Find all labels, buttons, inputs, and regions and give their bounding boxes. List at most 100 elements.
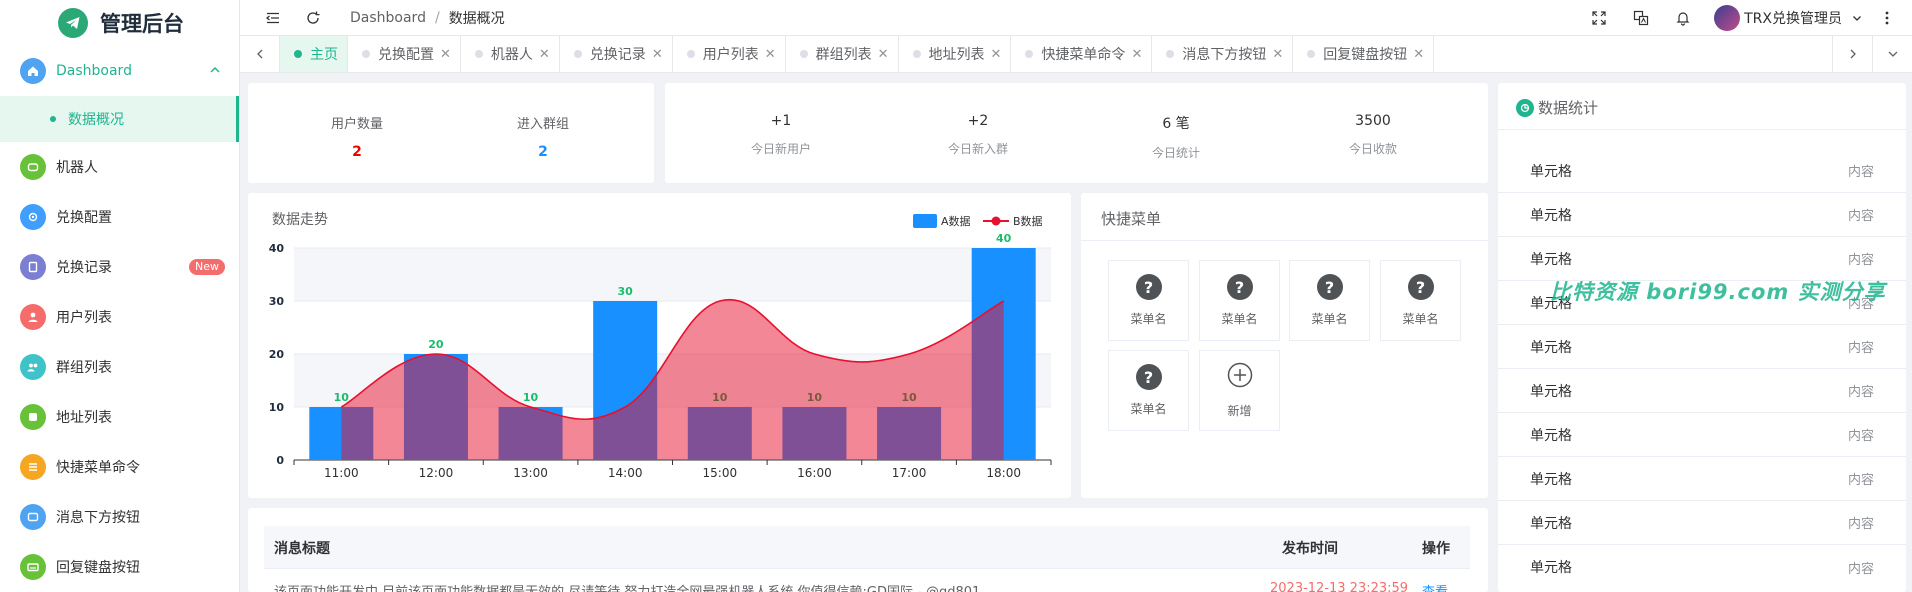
close-icon[interactable]: ✕ [765, 47, 776, 62]
logo[interactable]: 管理后台 [0, 0, 239, 46]
fullscreen-icon[interactable] [1588, 7, 1610, 29]
quick-menu-item[interactable]: ? 菜单名 [1108, 350, 1189, 431]
sidebar-item-quick-commands[interactable]: 快捷菜单命令 [0, 442, 239, 492]
tab-label: 用户列表 [702, 47, 759, 63]
message-time: 2023-12-13 23:23:59 [1270, 581, 1409, 592]
tab-robot[interactable]: 机器人 ✕ [461, 36, 560, 72]
tab-message-buttons[interactable]: 消息下方按钮 ✕ [1152, 36, 1294, 72]
sidebar-item-addresses[interactable]: 地址列表 [0, 392, 239, 442]
sidebar-item-exchange-records[interactable]: 兑换记录 New [0, 242, 239, 292]
list-item: 单元格 内容 [1498, 545, 1906, 589]
list-icon [20, 454, 46, 480]
sidebar-item-reply-keyboard[interactable]: 回复键盘按钮 [0, 542, 239, 592]
messages-card: 消息标题 发布时间 操作 该页面功能开发中,目前该页面功能数据都是无效的,尽请等… [248, 508, 1488, 592]
view-link[interactable]: 查看 [1422, 581, 1448, 592]
stat-label: 用户数量 [330, 117, 383, 132]
list-item: 单元格 内容 [1498, 149, 1906, 193]
plot-band [294, 248, 1051, 301]
list-item: 单元格 内容 [1498, 457, 1906, 501]
list-item: 单元格 内容 [1498, 325, 1906, 369]
sidebar-item-robot[interactable]: 机器人 [0, 142, 239, 192]
sidebar-item-message-buttons[interactable]: 消息下方按钮 [0, 492, 239, 542]
chevron-down-icon[interactable] [1846, 7, 1868, 29]
sidebar-item-groups[interactable]: 群组列表 [0, 342, 239, 392]
home-icon [20, 58, 46, 84]
tab-label: 兑换记录 [589, 47, 646, 63]
tab-users[interactable]: 用户列表 ✕ [673, 36, 786, 72]
quick-menu-item[interactable]: ? 菜单名 [1380, 260, 1461, 341]
close-icon[interactable]: ✕ [1131, 47, 1142, 62]
tab-reply-keyboard[interactable]: 回复键盘按钮 ✕ [1293, 36, 1435, 72]
sidebar-item-users[interactable]: 用户列表 [0, 292, 239, 342]
sidebar-item-label: Dashboard [56, 63, 132, 79]
settings-icon [20, 204, 46, 230]
y-tick-label: 0 [276, 454, 284, 467]
bell-icon[interactable] [1672, 7, 1694, 29]
stat-value: +1 [770, 113, 792, 129]
tab-exchange-records[interactable]: 兑换记录 ✕ [560, 36, 673, 72]
plus-circle-icon [1227, 362, 1253, 392]
refresh-icon[interactable] [302, 7, 324, 29]
close-icon[interactable]: ✕ [1413, 47, 1424, 62]
tabs-list: 主页 兑换配置 ✕ 机器人 ✕ 兑换记录 ✕ 用户列表 ✕ 群组列表 ✕ 地址列… [280, 36, 1832, 72]
sidebar-item-label: 快捷菜单命令 [56, 460, 140, 476]
tags-view: 主页 兑换配置 ✕ 机器人 ✕ 兑换记录 ✕ 用户列表 ✕ 群组列表 ✕ 地址列… [240, 35, 1912, 73]
close-icon[interactable]: ✕ [652, 47, 663, 62]
keyboard-icon [20, 554, 46, 580]
avatar[interactable] [1714, 4, 1741, 31]
quick-menu-item[interactable]: ? 菜单名 [1108, 260, 1189, 341]
sidebar-item-exchange-config[interactable]: 兑换配置 [0, 192, 239, 242]
close-icon[interactable]: ✕ [440, 47, 451, 62]
sidebar-subitem-overview[interactable]: 数据概况 [0, 96, 239, 142]
bar-value-label: 10 [334, 391, 350, 404]
x-tick-label: 16:00 [797, 466, 832, 480]
close-icon[interactable]: ✕ [539, 47, 550, 62]
question-icon: ? [1135, 364, 1162, 390]
sidebar-item-label: 消息下方按钮 [56, 510, 140, 526]
tab-groups[interactable]: 群组列表 ✕ [786, 36, 899, 72]
close-icon[interactable]: ✕ [991, 47, 1002, 62]
list-item: 单元格 内容 [1498, 237, 1906, 281]
chevron-left-icon [256, 49, 262, 59]
quick-menu-add[interactable]: 新增 [1199, 350, 1280, 431]
button-icon [20, 504, 46, 530]
x-tick-label: 14:00 [608, 466, 643, 480]
quick-menu-label: 菜单名 [1311, 312, 1348, 326]
tabs-dropdown-button[interactable] [1872, 36, 1912, 72]
sidebar: 管理后台 Dashboard 数据概况 机器人 兑换配置 兑换记录 New 用户… [0, 0, 240, 592]
cell-value: 内容 [1847, 473, 1874, 488]
quick-menu-item[interactable]: ? 菜单名 [1289, 260, 1370, 341]
bar-value-label: 10 [523, 391, 539, 404]
tabs-scroll-right-button[interactable] [1832, 36, 1872, 72]
cell-key: 单元格 [1530, 560, 1572, 576]
more-vertical-icon[interactable] [1876, 7, 1898, 29]
tabs-scroll-left-button[interactable] [240, 36, 280, 72]
stat-today-new-groups: +2 今日新入群 [918, 113, 1038, 157]
group-icon [20, 354, 46, 380]
sidebar-item-dashboard[interactable]: Dashboard [0, 46, 239, 96]
messages-table-header: 消息标题 发布时间 操作 [264, 526, 1470, 568]
cell-value: 内容 [1847, 165, 1874, 180]
cell-value: 内容 [1847, 517, 1874, 532]
cell-key: 单元格 [1530, 163, 1572, 180]
tab-quick-commands[interactable]: 快捷菜单命令 ✕ [1011, 36, 1153, 72]
top-navbar: Dashboard / 数据概况 TRX兑换管理员 [240, 0, 1912, 35]
menu-fold-icon[interactable] [262, 7, 284, 29]
y-tick-label: 40 [269, 242, 285, 255]
tab-exchange-config[interactable]: 兑换配置 ✕ [348, 36, 461, 72]
stat-label: 今日统计 [1151, 146, 1200, 160]
user-name[interactable]: TRX兑换管理员 [1744, 8, 1842, 28]
quick-menu-card: 快捷菜单 ? 菜单名 ? 菜单名 ? 菜单名 ? 菜单名 ? 菜单名 新增 [1081, 193, 1488, 498]
close-icon[interactable]: ✕ [1272, 47, 1283, 62]
tab-home[interactable]: 主页 [280, 36, 348, 72]
translate-icon[interactable] [1630, 7, 1652, 29]
close-icon[interactable]: ✕ [878, 47, 889, 62]
stat-today-new-users: +1 今日新用户 [721, 113, 841, 157]
breadcrumb-dashboard[interactable]: Dashboard [350, 10, 426, 26]
quick-menu-item[interactable]: ? 菜单名 [1199, 260, 1280, 341]
tab-addresses[interactable]: 地址列表 ✕ [899, 36, 1012, 72]
quick-menu-add-label: 新增 [1227, 404, 1252, 418]
cell-value: 内容 [1847, 561, 1874, 577]
tab-dot-icon [686, 50, 695, 58]
cell-key: 单元格 [1530, 339, 1572, 356]
